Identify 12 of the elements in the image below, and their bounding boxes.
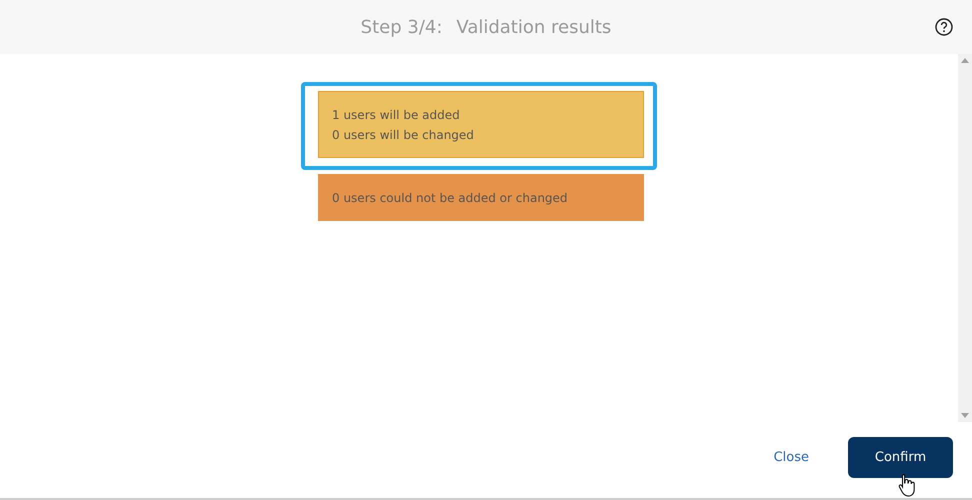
close-link[interactable]: Close xyxy=(770,446,813,468)
scroll-up-icon[interactable] xyxy=(961,58,969,63)
dialog-title: Validation results xyxy=(456,16,612,38)
result-text: 0 users could not be added or changed xyxy=(332,190,569,207)
scroll-down-icon[interactable] xyxy=(961,413,969,418)
step-label: Step 3/4: xyxy=(360,16,442,38)
scrollbar[interactable] xyxy=(958,54,972,422)
hand-cursor-icon xyxy=(898,473,916,497)
confirm-button[interactable]: Confirm xyxy=(848,436,953,478)
result-text: 1 users will be added xyxy=(332,107,461,124)
result-text: 0 users will be changed xyxy=(332,127,475,144)
help-icon[interactable] xyxy=(935,18,953,36)
